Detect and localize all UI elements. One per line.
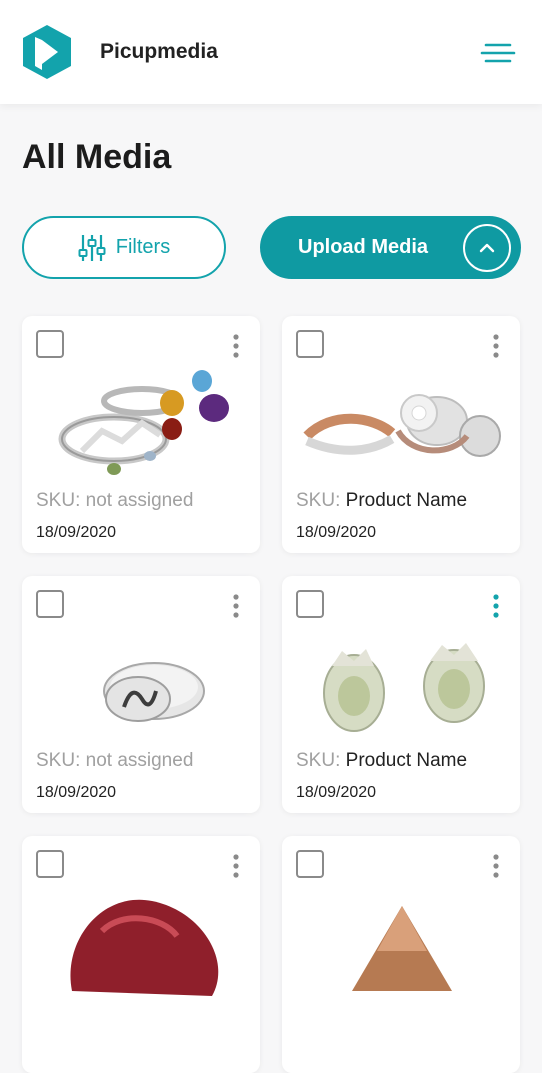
media-card[interactable]: SKU: Product Name 18/09/2020 [282,316,520,553]
media-card[interactable] [22,836,260,1073]
sku-text: SKU: not assigned [36,490,194,511]
kebab-menu-icon[interactable] [488,852,504,880]
media-thumbnail [352,906,452,991]
select-checkbox[interactable] [36,590,64,618]
select-checkbox[interactable] [296,330,324,358]
media-thumbnail [103,662,205,722]
select-checkbox[interactable] [296,850,324,878]
sku-text: SKU: not assigned [36,750,194,771]
select-checkbox[interactable] [296,590,324,618]
media-card[interactable] [282,836,520,1073]
upload-date: 18/09/2020 [36,784,117,801]
app-header: Picupmedia [0,0,542,104]
filters-label: Filters [115,236,171,258]
hamburger-menu-icon[interactable] [480,40,516,66]
kebab-menu-icon[interactable] [228,592,244,620]
upload-date: 18/09/2020 [36,524,117,541]
kebab-menu-icon[interactable] [228,852,244,880]
kebab-menu-icon[interactable] [228,332,244,360]
sku-text: SKU: Product Name [296,490,468,511]
media-thumbnail [303,394,501,457]
media-thumbnail [58,370,229,475]
brand-name: Picupmedia [100,40,218,63]
media-thumbnail [323,643,485,732]
upload-media-label: Upload Media [298,236,429,258]
logo-icon[interactable] [20,23,74,81]
media-card[interactable]: SKU: Product Name 18/09/2020 [282,576,520,813]
upload-toggle-button[interactable] [463,224,511,272]
media-card[interactable]: SKU: not assigned 18/09/2020 [22,316,260,553]
chevron-up-icon [479,243,495,253]
sku-text: SKU: Product Name [296,750,468,771]
media-thumbnail [70,899,219,996]
upload-date: 18/09/2020 [296,784,377,801]
sliders-icon [78,234,106,261]
upload-media-button[interactable]: Upload Media [260,216,521,279]
kebab-menu-icon[interactable] [488,592,504,620]
filters-button[interactable]: Filters [22,216,226,279]
kebab-menu-icon[interactable] [488,332,504,360]
page-title: All Media [22,138,172,176]
select-checkbox[interactable] [36,850,64,878]
media-card[interactable]: SKU: not assigned 18/09/2020 [22,576,260,813]
upload-date: 18/09/2020 [296,524,377,541]
select-checkbox[interactable] [36,330,64,358]
